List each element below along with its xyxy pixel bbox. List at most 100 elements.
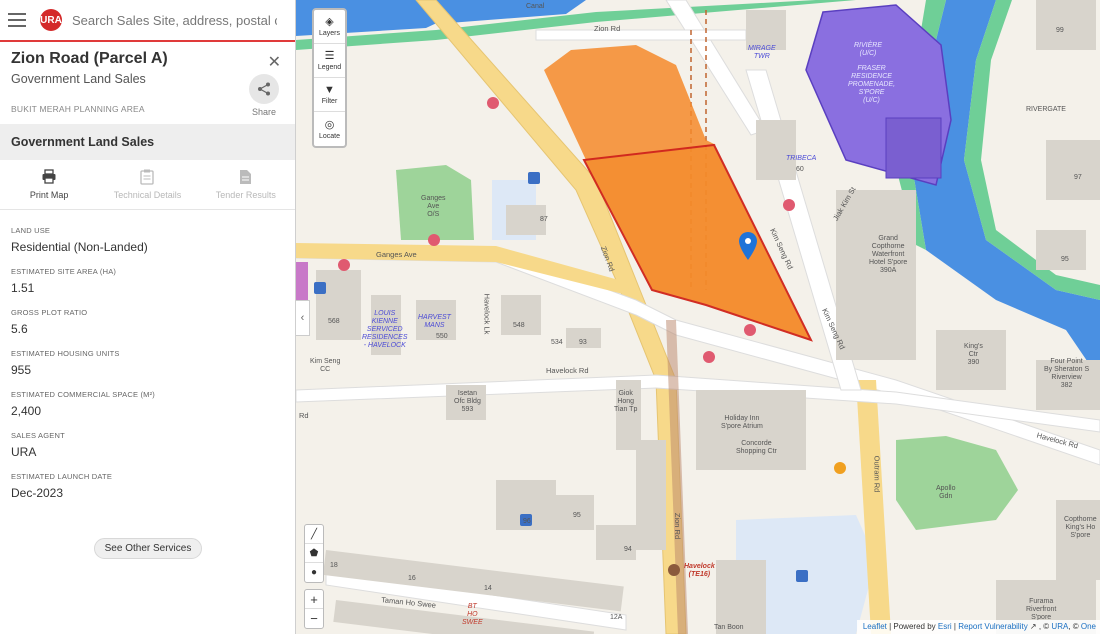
label-95b: 95 (573, 512, 581, 519)
label-tribeca: TRIBECA (786, 155, 817, 162)
building (596, 525, 636, 560)
building (296, 262, 308, 302)
label-apollo: Apollo Gdn (936, 485, 956, 500)
field-label: ESTIMATED LAUNCH DATE (11, 472, 113, 481)
label-534: 534 (551, 339, 563, 346)
zoom-out-button[interactable]: − (305, 609, 323, 628)
field-housing-units: ESTIMATED HOUSING UNITS 955 (11, 349, 284, 377)
bus-stop-icon[interactable] (703, 351, 715, 363)
label-riviere: RIVIÈRE (U/C) (854, 42, 883, 57)
label-fraser: FRASER RESIDENCE PROMENADE, S'PORE (U/C) (848, 65, 896, 104)
field-label: SALES AGENT (11, 431, 65, 440)
parking-icon[interactable] (528, 172, 540, 184)
label-14: 14 (484, 585, 492, 592)
label-12a: 12A (610, 614, 623, 621)
technical-details-button[interactable]: Technical Details (98, 160, 196, 209)
close-icon[interactable]: ✕ (268, 52, 281, 72)
label-rivergate: RIVERGATE (1026, 106, 1066, 113)
see-other-services-button[interactable]: See Other Services (94, 538, 202, 559)
pin-dot (745, 238, 751, 244)
field-plot-ratio: GROSS PLOT RATIO 5.6 (11, 308, 284, 336)
road-zion-top (535, 29, 747, 41)
site-title: Zion Road (Parcel A) (11, 50, 168, 67)
label-96: 96 (523, 518, 531, 525)
label-harvest: HARVEST MANS (418, 314, 451, 329)
bus-stop-icon[interactable] (428, 234, 440, 246)
report-vulnerability-link[interactable]: Report Vulnerability (958, 622, 1028, 631)
field-sales-agent: SALES AGENT URA (11, 431, 284, 459)
label-havelock-station: Havelock (TE16) (684, 563, 715, 578)
collapse-sidebar-button[interactable]: ‹ (296, 300, 310, 336)
locate-label: Locate (318, 132, 341, 140)
field-label: ESTIMATED SITE AREA (HA) (11, 267, 117, 276)
zoom-control: + − (304, 589, 324, 629)
map-canvas (296, 0, 1100, 634)
label-giok-hong: Giok Hong Tian Tp (614, 390, 638, 413)
label-bt-ho-swee: BT HO SWEE (462, 603, 483, 626)
bus-stop-icon[interactable] (487, 97, 499, 109)
sidebar-panel: URA Zion Road (Parcel A) Government Land… (0, 0, 296, 634)
label-550: 550 (436, 333, 448, 340)
site-subtitle: Government Land Sales (11, 72, 146, 86)
esri-link[interactable]: Esri (938, 622, 952, 631)
label-tan-boon: Tan Boon (714, 624, 744, 631)
leaflet-link[interactable]: Leaflet (863, 622, 887, 631)
share-icon (249, 74, 279, 104)
label-kim-seng-cc: Kim Seng CC (310, 358, 341, 373)
bus-stop-icon[interactable] (338, 259, 350, 271)
mrt-station-icon[interactable] (668, 564, 680, 576)
tool-row: Print Map Technical Details Tender Resul… (0, 160, 295, 210)
field-value: 1.51 (11, 281, 35, 295)
label-furama: Furama Riverfront S'pore (1026, 598, 1057, 621)
draw-polygon-icon[interactable]: ⬟ (305, 544, 323, 563)
external-link-icon: ↗ , © (1027, 622, 1052, 631)
building (1036, 0, 1096, 50)
filter-button[interactable]: ▼ Filter (314, 78, 345, 112)
onemap-link[interactable]: One (1081, 622, 1096, 631)
bus-stop-icon[interactable] (783, 199, 795, 211)
draw-line-icon[interactable]: ╱ (305, 525, 323, 544)
label-ganges-ave: Ganges Ave (376, 250, 417, 259)
label-rd: Rd (299, 411, 309, 420)
bus-stop-icon[interactable] (744, 324, 756, 336)
ura-logo[interactable]: URA (40, 9, 62, 31)
legend-label: Legend (317, 64, 342, 71)
field-value: Dec-2023 (11, 486, 64, 500)
label-havelock-rd: Havelock Rd (546, 366, 589, 375)
tender-results-label: Tender Results (215, 190, 276, 200)
document-icon (240, 170, 252, 184)
clipboard-icon (140, 169, 155, 185)
tender-results-button[interactable]: Tender Results (197, 160, 295, 209)
search-bar: URA (0, 0, 295, 42)
building (316, 270, 361, 340)
fuel-icon[interactable] (834, 462, 846, 474)
label-zion-rd-low: Zion Rd (673, 512, 683, 540)
site-details: LAND USE Residential (Non-Landed) ESTIMA… (0, 210, 295, 500)
section-title: Government Land Sales (0, 124, 295, 160)
label-outram-rd: Outram Rd (872, 455, 882, 493)
label-kings-ctr: King's Ctr 390 (964, 343, 983, 366)
parking-icon[interactable] (314, 282, 326, 294)
building (1046, 140, 1100, 200)
locate-button[interactable]: ◎ Locate (314, 112, 345, 146)
print-map-button[interactable]: Print Map (0, 160, 98, 209)
menu-icon[interactable] (8, 13, 26, 27)
field-label: LAND USE (11, 226, 51, 235)
draw-circle-icon[interactable]: ● (305, 563, 323, 582)
search-input[interactable] (72, 12, 277, 28)
field-launch-date: ESTIMATED LAUNCH DATE Dec-2023 (11, 472, 284, 500)
parking-icon[interactable] (796, 570, 808, 582)
building (836, 190, 916, 360)
field-value: 955 (11, 363, 32, 377)
filter-icon: ▼ (324, 84, 335, 96)
app-root: URA Zion Road (Parcel A) Government Land… (0, 0, 1100, 634)
legend-button[interactable]: ☰ Legend (314, 44, 345, 78)
ura-link[interactable]: URA (1051, 622, 1068, 631)
park-apollo (896, 436, 1018, 530)
layers-button[interactable]: ◈ Layers (314, 10, 345, 44)
share-button[interactable]: Share (249, 74, 279, 117)
map-view[interactable]: Canal Zion Rd MIRAGE TWR RIVIÈRE (U/C) F… (296, 0, 1100, 634)
zoom-in-button[interactable]: + (305, 590, 323, 609)
draw-toolbar: ╱ ⬟ ● (304, 524, 324, 583)
label-97: 97 (1074, 174, 1082, 181)
